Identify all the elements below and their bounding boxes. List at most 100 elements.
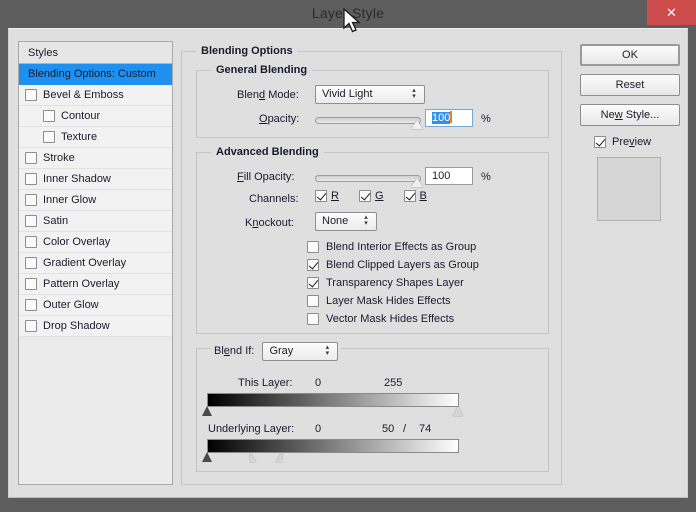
underlying-layer-high-left-value: 50	[382, 423, 395, 435]
underlying-layer-high-right-value: 74	[419, 423, 432, 435]
advanced-option-row[interactable]: Vector Mask Hides Effects	[307, 310, 479, 328]
blend-mode-label: Blend Mode:	[237, 89, 299, 101]
style-item-label: Pattern Overlay	[43, 277, 120, 290]
styles-panel: Styles Blending Options: Custom Bevel & E…	[18, 41, 173, 485]
this-layer-high-knob[interactable]	[453, 406, 464, 417]
channel-checkbox[interactable]	[315, 190, 327, 202]
ok-button[interactable]: OK	[580, 44, 680, 66]
underlying-layer-high-left-knob[interactable]	[250, 452, 261, 463]
channel-checkbox[interactable]	[403, 190, 416, 202]
style-item-checkbox[interactable]	[25, 215, 37, 227]
close-icon[interactable]: ✕	[647, 0, 696, 25]
advanced-option-label: Transparency Shapes Layer	[326, 277, 464, 289]
style-item-checkbox[interactable]	[25, 152, 37, 164]
fill-opacity-input[interactable]: 100	[425, 167, 473, 185]
underlying-layer-gradient[interactable]	[207, 439, 459, 453]
layer-style-window: Layer Style ✕ Styles Blending Options: C…	[0, 0, 696, 512]
preview-row: Preview	[594, 136, 651, 148]
style-item-label: Texture	[61, 130, 98, 143]
style-list-item[interactable]: Drop Shadow	[19, 316, 172, 337]
opacity-slider-thumb[interactable]	[411, 120, 423, 129]
style-item-label: Stroke	[43, 151, 75, 164]
channel-label: G	[374, 190, 384, 202]
advanced-option-checkbox[interactable]	[307, 241, 319, 253]
style-item-label: Inner Shadow	[43, 172, 111, 185]
style-item-checkbox[interactable]	[25, 89, 37, 101]
style-list-item[interactable]: Contour	[19, 106, 172, 127]
style-item-label: Gradient Overlay	[43, 256, 127, 269]
style-list-item[interactable]: Outer Glow	[19, 295, 172, 316]
general-blending-legend: General Blending	[211, 64, 313, 76]
style-item-label: Blending Options: Custom	[28, 67, 156, 80]
style-item-checkbox[interactable]	[43, 110, 55, 122]
fill-opacity-slider-thumb[interactable]	[411, 178, 423, 187]
channel-label: B	[419, 190, 427, 202]
opacity-slider[interactable]	[315, 117, 423, 129]
style-list-item[interactable]: Inner Glow	[19, 190, 172, 211]
style-list-item[interactable]: Texture	[19, 127, 172, 148]
advanced-option-row[interactable]: Layer Mask Hides Effects	[307, 292, 479, 310]
style-list-item[interactable]: Inner Shadow	[19, 169, 172, 190]
style-item-checkbox[interactable]	[25, 194, 37, 206]
advanced-option-checkbox[interactable]	[307, 295, 319, 307]
advanced-option-label: Vector Mask Hides Effects	[326, 313, 455, 325]
underlying-layer-low-knob[interactable]	[202, 452, 213, 463]
style-list-item[interactable]: Bevel & Emboss	[19, 85, 172, 106]
advanced-option-row[interactable]: Blend Clipped Layers as Group	[307, 256, 479, 274]
style-item-label: Drop Shadow	[43, 319, 110, 332]
reset-button[interactable]: Reset	[580, 74, 680, 96]
style-item-checkbox[interactable]	[25, 257, 37, 269]
style-list-item[interactable]: Pattern Overlay	[19, 274, 172, 295]
channel-toggle[interactable]: G	[358, 190, 384, 202]
style-item-checkbox[interactable]	[25, 299, 37, 311]
blend-if-dropdown[interactable]: Gray ▴ ▾	[262, 342, 339, 361]
blend-if-value: Gray	[269, 345, 294, 357]
advanced-option-label: Blend Interior Effects as Group	[326, 241, 477, 253]
fill-opacity-value: 100	[432, 170, 451, 182]
this-layer-low-knob[interactable]	[202, 406, 213, 417]
underlying-layer-high-right-knob[interactable]	[276, 452, 287, 463]
stepper-arrows-icon: ▴ ▾	[325, 344, 330, 357]
opacity-value: 100	[432, 112, 451, 124]
style-list-item[interactable]: Stroke	[19, 148, 172, 169]
blend-mode-dropdown[interactable]: Vivid Light ▴ ▾	[315, 85, 425, 104]
channel-toggle[interactable]: B	[403, 190, 427, 202]
channel-toggle[interactable]: R	[315, 190, 339, 202]
text-caret	[450, 111, 453, 123]
style-list-item[interactable]: Blending Options: Custom	[19, 64, 172, 85]
style-item-checkbox[interactable]	[25, 320, 37, 332]
style-item-checkbox[interactable]	[25, 278, 37, 290]
style-item-label: Satin	[43, 214, 69, 227]
style-list-item[interactable]: Satin	[19, 211, 172, 232]
advanced-option-checkbox[interactable]	[307, 313, 319, 325]
advanced-option-row[interactable]: Transparency Shapes Layer	[307, 274, 479, 292]
fill-opacity-slider[interactable]	[315, 175, 423, 187]
stepper-arrows-icon: ▴ ▾	[364, 214, 368, 227]
style-list-item[interactable]: Gradient Overlay	[19, 253, 172, 274]
advanced-blending-options: Blend Interior Effects as Group Blend Cli…	[307, 238, 479, 328]
this-layer-low-value: 0	[315, 377, 322, 389]
advanced-option-label: Layer Mask Hides Effects	[326, 295, 451, 307]
preview-thumbnail	[597, 157, 661, 221]
window-title: Layer Style	[311, 5, 385, 21]
style-item-checkbox[interactable]	[25, 236, 37, 248]
style-item-checkbox[interactable]	[43, 131, 55, 143]
advanced-option-checkbox[interactable]	[307, 259, 319, 271]
knockout-dropdown[interactable]: None ▴ ▾	[315, 212, 377, 231]
advanced-option-checkbox[interactable]	[307, 277, 319, 289]
knockout-label: Knockout:	[245, 217, 294, 229]
channel-checkbox[interactable]	[358, 190, 371, 202]
style-list-item[interactable]: Color Overlay	[19, 232, 172, 253]
new-style-button[interactable]: New Style...	[580, 104, 680, 126]
this-layer-label: This Layer:	[238, 377, 293, 389]
opacity-input[interactable]: 100	[424, 108, 474, 128]
this-layer-gradient[interactable]	[207, 393, 459, 407]
advanced-option-label: Blend Clipped Layers as Group	[326, 259, 479, 271]
preview-checkbox[interactable]	[594, 136, 606, 148]
style-item-checkbox[interactable]	[25, 173, 37, 185]
style-item-label: Color Overlay	[43, 235, 111, 248]
underlying-layer-separator: /	[403, 423, 407, 435]
blending-options-legend: Blending Options	[196, 45, 298, 57]
preview-label: Preview	[612, 136, 652, 148]
advanced-option-row[interactable]: Blend Interior Effects as Group	[307, 238, 479, 256]
